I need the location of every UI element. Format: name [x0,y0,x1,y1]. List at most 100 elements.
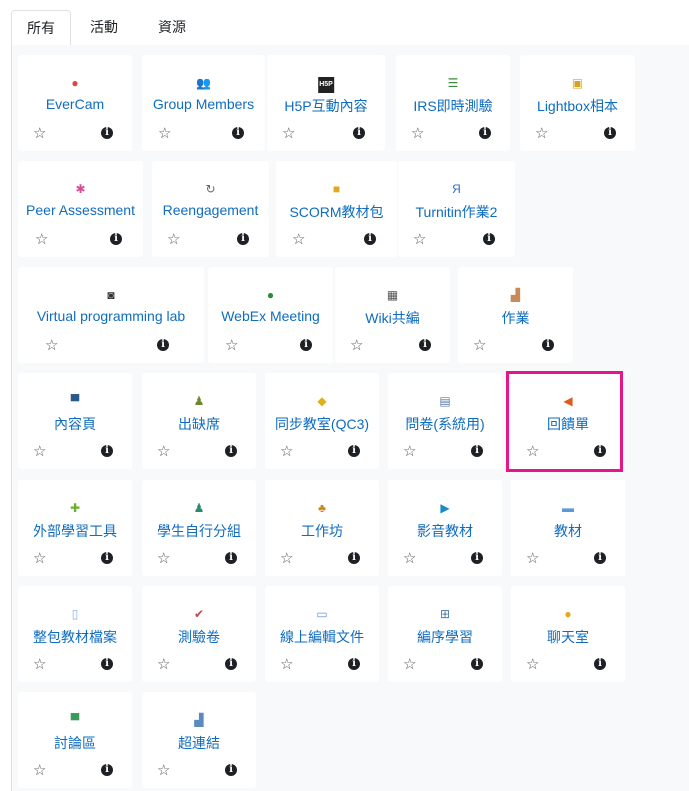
module-card[interactable]: H5P H5P互動內容 ☆ i [267,55,385,151]
info-icon[interactable]: i [594,658,606,670]
star-icon[interactable]: ☆ [413,232,426,247]
module-card[interactable]: ▭ 線上編輯文件 ☆ i [265,586,379,682]
tab-all[interactable]: 所有 [11,10,71,47]
module-label[interactable]: 問卷(系統用) [388,414,502,434]
module-card[interactable]: ■ SCORM教材包 ☆ i [276,161,397,257]
module-card[interactable]: ▟ 超連結 ☆ i [142,692,256,788]
info-icon[interactable]: i [225,445,237,457]
module-label[interactable]: 出缺席 [142,414,256,434]
star-icon[interactable]: ☆ [280,551,293,566]
star-icon[interactable]: ☆ [33,657,46,672]
info-icon[interactable]: i [479,127,491,139]
module-card[interactable]: ▟ 作業 ☆ i [458,267,573,363]
star-icon[interactable]: ☆ [403,657,416,672]
info-icon[interactable]: i [101,552,113,564]
star-icon[interactable]: ☆ [526,657,539,672]
star-icon[interactable]: ☆ [280,657,293,672]
module-label[interactable]: Group Members [142,96,265,112]
info-icon[interactable]: i [101,127,113,139]
module-label[interactable]: Turnitin作業2 [398,202,515,222]
module-label[interactable]: 作業 [458,308,573,328]
module-card[interactable]: Я Turnitin作業2 ☆ i [398,161,515,257]
module-card[interactable]: ▣ Lightbox相本 ☆ i [520,55,635,151]
star-icon[interactable]: ☆ [411,126,424,141]
module-card[interactable]: ▤ 問卷(系統用) ☆ i [388,373,502,469]
info-icon[interactable]: i [225,658,237,670]
info-icon[interactable]: i [364,233,376,245]
module-label[interactable]: 同步教室(QC3) [265,414,379,434]
star-icon[interactable]: ☆ [45,338,58,353]
module-card[interactable]: ⊞ 編序學習 ☆ i [388,586,502,682]
module-card[interactable]: ✔ 測驗卷 ☆ i [142,586,256,682]
star-icon[interactable]: ☆ [526,551,539,566]
star-icon[interactable]: ☆ [158,126,171,141]
info-icon[interactable]: i [101,764,113,776]
module-card[interactable]: 👥 Group Members ☆ i [142,55,265,151]
module-label[interactable]: 編序學習 [388,627,502,647]
module-label[interactable]: WebEx Meeting [208,308,333,324]
module-card[interactable]: ✚ 外部學習工具 ☆ i [18,480,132,576]
star-icon[interactable]: ☆ [282,126,295,141]
info-icon[interactable]: i [471,552,483,564]
module-label[interactable]: 超連結 [142,733,256,753]
info-icon[interactable]: i [594,445,606,457]
module-card[interactable]: ▶ 影音教材 ☆ i [388,480,502,576]
star-icon[interactable]: ☆ [403,444,416,459]
info-icon[interactable]: i [471,658,483,670]
module-label[interactable]: 整包教材檔案 [18,627,132,647]
module-label[interactable]: Virtual programming lab [18,308,204,324]
info-icon[interactable]: i [604,127,616,139]
info-icon[interactable]: i [471,445,483,457]
info-icon[interactable]: i [300,339,312,351]
star-icon[interactable]: ☆ [535,126,548,141]
module-card[interactable]: ◙ Virtual programming lab ☆ i [18,267,204,363]
module-card[interactable]: ● 聊天室 ☆ i [511,586,625,682]
star-icon[interactable]: ☆ [157,444,170,459]
info-icon[interactable]: i [419,339,431,351]
star-icon[interactable]: ☆ [157,763,170,778]
module-card[interactable]: ▯ 整包教材檔案 ☆ i [18,586,132,682]
module-label[interactable]: 測驗卷 [142,627,256,647]
info-icon[interactable]: i [594,552,606,564]
module-card[interactable]: ● EverCam ☆ i [18,55,132,151]
module-label[interactable]: IRS即時測驗 [396,96,510,116]
module-label[interactable]: Reengagement [152,202,269,218]
module-label[interactable]: SCORM教材包 [276,202,397,222]
module-card[interactable]: ♣ 工作坊 ☆ i [265,480,379,576]
info-icon[interactable]: i [232,127,244,139]
star-icon[interactable]: ☆ [157,551,170,566]
info-icon[interactable]: i [348,552,360,564]
star-icon[interactable]: ☆ [33,444,46,459]
module-label[interactable]: 教材 [511,521,625,541]
info-icon[interactable]: i [101,658,113,670]
star-icon[interactable]: ☆ [403,551,416,566]
star-icon[interactable]: ☆ [33,551,46,566]
module-label[interactable]: Peer Assessment [18,202,143,218]
module-card[interactable]: ▀ 內容頁 ☆ i [18,373,132,469]
module-card[interactable]: ▀ 討論區 ☆ i [18,692,132,788]
info-icon[interactable]: i [348,658,360,670]
star-icon[interactable]: ☆ [35,232,48,247]
module-label[interactable]: Wiki共編 [335,308,450,328]
module-label[interactable]: 內容頁 [18,414,132,434]
info-icon[interactable]: i [110,233,122,245]
module-card[interactable]: ◀ 回饋單 ☆ i [511,373,625,469]
module-card[interactable]: ▦ Wiki共編 ☆ i [335,267,450,363]
star-icon[interactable]: ☆ [225,338,238,353]
star-icon[interactable]: ☆ [280,444,293,459]
module-card[interactable]: ♟ 出缺席 ☆ i [142,373,256,469]
info-icon[interactable]: i [157,339,169,351]
star-icon[interactable]: ☆ [33,763,46,778]
info-icon[interactable]: i [483,233,495,245]
star-icon[interactable]: ☆ [473,338,486,353]
module-card[interactable]: ✱ Peer Assessment ☆ i [18,161,143,257]
module-label[interactable]: 影音教材 [388,521,502,541]
info-icon[interactable]: i [225,552,237,564]
module-label[interactable]: 回饋單 [511,414,625,434]
module-label[interactable]: 外部學習工具 [18,521,132,541]
module-card[interactable]: ↻ Reengagement ☆ i [152,161,269,257]
module-label[interactable]: H5P互動內容 [267,96,385,116]
module-label[interactable]: Lightbox相本 [520,96,635,116]
module-label[interactable]: EverCam [18,96,132,112]
star-icon[interactable]: ☆ [33,126,46,141]
